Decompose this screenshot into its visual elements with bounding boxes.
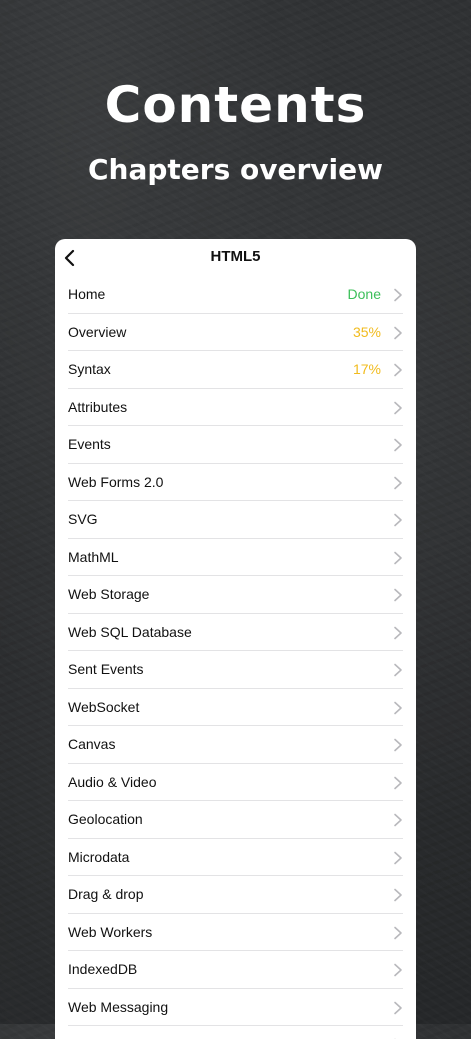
chapter-item[interactable]: Microdata [68,839,403,876]
chapter-label: Web Messaging [68,998,169,1015]
page-title: HTML5 [210,248,261,265]
chevron-right-icon [394,438,402,452]
chapter-status: 17% [352,361,381,377]
chapter-label: Overview [68,323,127,340]
chevron-right-icon [394,663,402,677]
chapter-list: Home Done Overview 35% Syntax 17% Attributes Ev… [55,276,416,1039]
chapter-item[interactable]: SVG [68,501,403,539]
chapter-item[interactable]: Geolocation [68,801,403,839]
chapter-item[interactable]: Drag & drop [68,876,403,914]
chapter-label: CORS [68,1026,108,1039]
chevron-right-icon [394,851,402,864]
chapter-label: Web Workers [68,923,153,940]
chapter-item[interactable]: Overview 35% [68,314,403,351]
card-header: HTML5 [55,239,416,276]
chapter-item[interactable]: CORS [68,1026,403,1039]
hero-subtitle: Chapters overview [87,153,383,186]
chapter-label: Web SQL Database [68,623,192,640]
chapters-card: HTML5 Home Done Overview 35% Syntax 17% Attrib… [55,239,416,1039]
chapter-item[interactable]: Web Messaging [68,989,403,1026]
chevron-right-icon [394,588,402,602]
chevron-right-icon [394,926,402,939]
chapter-item[interactable]: Events [68,426,403,464]
chapter-label: WebSocket [68,698,140,715]
chevron-right-icon [394,513,402,527]
chapter-item[interactable]: Web Workers [68,914,403,951]
chapter-label: Canvas [68,736,116,752]
chapter-label: Sent Events [68,661,144,677]
chevron-right-icon [394,326,402,339]
chapter-label: SVG [68,511,98,527]
chevron-right-icon [394,288,402,302]
chapter-status: 35% [352,323,381,340]
chapter-label: Audio & Video [68,773,157,790]
chapter-label: Home [68,286,106,302]
chapter-item[interactable]: IndexedDB [68,951,403,989]
chapter-label: Geolocation [68,811,143,827]
chapter-label: Web Forms 2.0 [68,473,164,490]
chapter-label: Microdata [68,848,130,865]
chapter-label: MathML [68,548,119,565]
chevron-right-icon [394,1001,402,1014]
chevron-right-icon [394,476,402,489]
chapter-item[interactable]: MathML [68,539,403,576]
chapter-label: Attributes [68,398,128,415]
chapter-item[interactable]: WebSocket [68,689,403,726]
chapter-item[interactable]: Attributes [68,389,403,426]
chevron-right-icon [394,776,402,789]
chapter-label: Syntax [68,361,111,377]
chevron-right-icon [394,813,402,827]
chapter-item[interactable]: Canvas [68,726,403,764]
chapter-item[interactable]: Syntax 17% [68,351,403,389]
chevron-right-icon [394,738,402,752]
chapter-item[interactable]: Sent Events [68,651,403,689]
chapter-item[interactable]: Web Storage [68,576,403,614]
hero-title: Contents [104,76,367,134]
chevron-right-icon [394,401,402,414]
chevron-right-icon [394,551,402,564]
chevron-right-icon [394,701,402,714]
chapter-item[interactable]: Web Forms 2.0 [68,464,403,501]
chevron-right-icon [394,363,402,377]
chapter-status: Done [347,286,381,302]
chapter-label: IndexedDB [68,961,138,977]
chapter-item[interactable]: Audio & Video [68,764,403,801]
chevron-right-icon [394,626,402,639]
chapter-label: Web Storage [68,586,150,602]
chevron-right-icon [394,963,402,977]
chapter-item[interactable]: Web SQL Database [68,614,403,651]
chapter-item[interactable]: Home Done [68,276,403,314]
chevron-right-icon [394,888,402,902]
chapter-label: Drag & drop [68,886,144,902]
chapter-label: Events [68,436,111,452]
